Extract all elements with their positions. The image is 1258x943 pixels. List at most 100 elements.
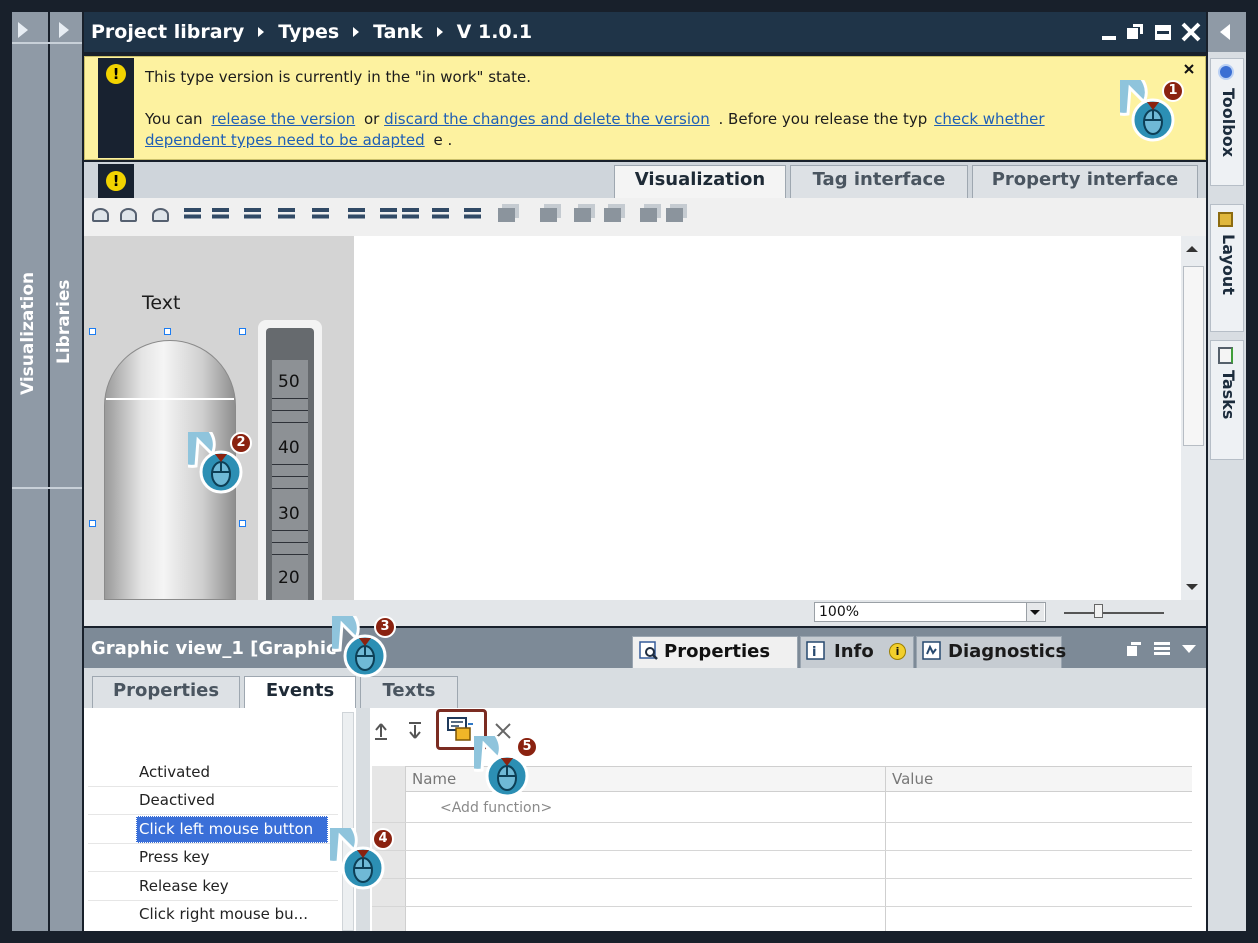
- event-separator: [88, 900, 338, 901]
- move-down-icon[interactable]: [406, 721, 424, 741]
- tab-visualization[interactable]: Visualization: [614, 165, 786, 198]
- align-bottom-icon[interactable]: [348, 208, 365, 222]
- group-icon[interactable]: [640, 208, 657, 222]
- event-item[interactable]: Activated: [139, 763, 210, 781]
- breadcrumb-separator-icon: [353, 27, 360, 37]
- event-item-selected[interactable]: Click left mouse button: [139, 820, 313, 838]
- breadcrumb-item[interactable]: V 1.0.1: [457, 21, 532, 43]
- tab-property-interface[interactable]: Property interface: [972, 165, 1198, 198]
- menu-icon[interactable]: [1154, 642, 1170, 656]
- banner-text: or: [363, 110, 380, 128]
- distribute-icon[interactable]: [380, 208, 397, 222]
- event-item[interactable]: Click right mouse bu...: [139, 905, 308, 923]
- send-back-icon[interactable]: [604, 208, 621, 222]
- toolbox-icon: [1218, 64, 1234, 80]
- minimize-icon[interactable]: [1102, 36, 1116, 40]
- align-top-icon[interactable]: [278, 208, 295, 222]
- scale-tick: [272, 464, 308, 465]
- libraries-sidebar[interactable]: [50, 12, 82, 931]
- event-separator: [88, 871, 338, 872]
- sidebar-collapse-icon[interactable]: [1220, 24, 1230, 40]
- libraries-sidebar-label[interactable]: Libraries: [54, 279, 74, 364]
- same-width-icon[interactable]: [402, 208, 419, 222]
- event-item[interactable]: Deactived: [139, 791, 215, 809]
- rotate-icon[interactable]: [152, 208, 169, 222]
- info-icon: i: [806, 641, 825, 660]
- step-badge: 4: [372, 828, 394, 850]
- zoom-slider[interactable]: [1064, 612, 1164, 614]
- grid-row-line: [372, 822, 1192, 823]
- align-right-icon[interactable]: [244, 208, 261, 222]
- maximize-icon[interactable]: [1153, 22, 1173, 42]
- properties-icon: [639, 641, 658, 660]
- sidebar-divider: [12, 42, 82, 44]
- bring-front-icon[interactable]: [574, 208, 591, 222]
- subtab-properties[interactable]: Properties: [92, 676, 240, 708]
- step-badge: 5: [516, 736, 538, 758]
- check-dependent-types-link[interactable]: check whether: [934, 110, 1044, 128]
- ungroup-icon[interactable]: [666, 208, 683, 222]
- sidebar-tab-label[interactable]: Tasks: [1219, 370, 1238, 419]
- tab-tag-interface[interactable]: Tag interface: [790, 165, 968, 198]
- rotate-left-icon[interactable]: [92, 208, 109, 222]
- scroll-up-icon[interactable]: [1186, 246, 1198, 252]
- release-version-link[interactable]: release the version: [211, 110, 355, 128]
- step-badge: 3: [374, 616, 396, 638]
- sidebar-expand-icon[interactable]: [59, 22, 69, 38]
- info-badge-icon: i: [889, 643, 906, 660]
- tank-divider: [106, 398, 234, 400]
- selection-handle[interactable]: [89, 520, 96, 527]
- float-icon[interactable]: [1126, 641, 1142, 657]
- breadcrumb-item[interactable]: Types: [278, 21, 339, 43]
- selection-handle[interactable]: [164, 328, 171, 335]
- selection-handle[interactable]: [89, 328, 96, 335]
- send-backward-icon[interactable]: [540, 208, 557, 222]
- zoom-value: 100%: [819, 604, 860, 620]
- grid-row-line: [372, 906, 1192, 907]
- canvas-object-text[interactable]: Text: [142, 292, 180, 314]
- grid-row-line: [372, 878, 1192, 879]
- tab-label[interactable]: Info: [834, 641, 874, 662]
- step-marker: 2: [168, 420, 254, 504]
- selection-handle[interactable]: [239, 520, 246, 527]
- grid-column-header[interactable]: Value: [892, 770, 933, 788]
- visualization-sidebar[interactable]: [12, 12, 48, 931]
- event-item[interactable]: Press key: [139, 848, 210, 866]
- rotate-right-icon[interactable]: [120, 208, 137, 222]
- step-badge: 2: [230, 432, 252, 454]
- align-left-icon[interactable]: [184, 208, 201, 222]
- align-center-icon[interactable]: [212, 208, 229, 222]
- tab-label[interactable]: Diagnostics: [948, 641, 1066, 662]
- zoom-slider-thumb[interactable]: [1094, 604, 1103, 618]
- sidebar-tab-label[interactable]: Layout: [1219, 234, 1238, 295]
- discard-changes-link[interactable]: discard the changes and delete the versi…: [384, 110, 710, 128]
- bring-forward-icon[interactable]: [498, 208, 515, 222]
- scroll-thumb[interactable]: [1183, 266, 1204, 446]
- breadcrumb-separator-icon: [436, 27, 443, 37]
- check-dependent-types-link[interactable]: dependent types need to be adapted: [145, 131, 425, 149]
- float-icon[interactable]: [1125, 22, 1145, 42]
- chevron-down-icon[interactable]: [1182, 645, 1196, 653]
- tab-label[interactable]: Properties: [664, 641, 770, 662]
- chevron-down-icon: [1030, 610, 1040, 615]
- breadcrumb-separator-icon: [258, 27, 265, 37]
- close-icon[interactable]: [1180, 21, 1202, 43]
- breadcrumb-item[interactable]: Tank: [373, 21, 423, 43]
- sidebar-tab-label[interactable]: Toolbox: [1219, 88, 1238, 157]
- scale-tick: [272, 398, 308, 399]
- banner-close-icon[interactable]: [1183, 63, 1195, 75]
- breadcrumb-item[interactable]: Project library: [91, 21, 244, 43]
- move-up-icon[interactable]: [372, 721, 390, 741]
- align-middle-icon[interactable]: [312, 208, 329, 222]
- event-item[interactable]: Release key: [139, 877, 229, 895]
- same-height-icon[interactable]: [432, 208, 449, 222]
- sidebar-expand-icon[interactable]: [18, 22, 28, 38]
- same-size-icon[interactable]: [464, 208, 481, 222]
- scale-label: 30: [278, 504, 300, 524]
- grid-column-header[interactable]: Name: [412, 770, 456, 788]
- canvas-area[interactable]: [354, 236, 1181, 600]
- scroll-down-icon[interactable]: [1186, 584, 1198, 590]
- tank-scale-face: [272, 360, 308, 600]
- selection-handle[interactable]: [239, 328, 246, 335]
- visualization-sidebar-label[interactable]: Visualization: [18, 272, 38, 395]
